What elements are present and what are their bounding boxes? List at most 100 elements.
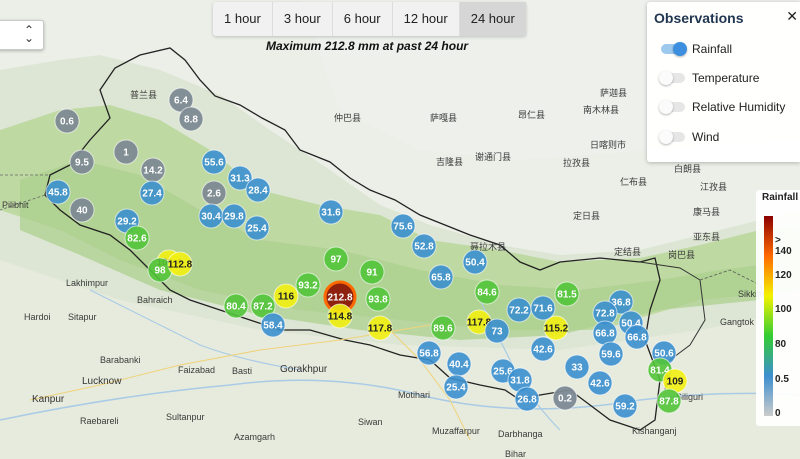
rain-station-marker[interactable]: 31.6 — [318, 199, 344, 225]
rain-station-marker[interactable]: 8.8 — [178, 106, 204, 132]
station-value: 56.8 — [419, 349, 439, 360]
station-value: 89.6 — [433, 324, 453, 335]
rain-station-marker[interactable]: 87.8 — [656, 388, 682, 414]
rain-station-marker[interactable]: 112.8 — [167, 251, 193, 277]
place-label: Hardoi — [24, 312, 51, 322]
rain-station-marker[interactable]: 40 — [69, 197, 95, 223]
tab-24-hour[interactable]: 24 hour — [459, 2, 526, 36]
rain-station-marker[interactable]: 82.6 — [124, 225, 150, 251]
rain-station-marker[interactable]: 0.6 — [54, 108, 80, 134]
rain-station-marker[interactable]: 27.4 — [139, 180, 165, 206]
toggle-label: Temperature — [692, 71, 760, 85]
rain-station-marker[interactable]: 59.6 — [598, 341, 624, 367]
close-icon[interactable]: ✕ — [786, 8, 798, 25]
rain-station-marker[interactable]: 33 — [564, 354, 590, 380]
station-value: 84.6 — [477, 288, 497, 299]
toggle-rainfall[interactable]: Rainfall — [661, 39, 732, 59]
rain-station-marker[interactable]: 42.6 — [530, 336, 556, 362]
rain-station-marker[interactable]: 26.8 — [514, 386, 540, 412]
rain-station-marker[interactable]: 114.8 — [327, 303, 353, 329]
station-value: 115.2 — [544, 324, 569, 335]
rain-station-marker[interactable]: 73 — [484, 318, 510, 344]
rain-station-marker[interactable]: 93.8 — [365, 286, 391, 312]
rain-station-marker[interactable]: 93.2 — [295, 272, 321, 298]
rain-station-marker[interactable]: 2.6 — [201, 180, 227, 206]
rain-station-marker[interactable]: 28.4 — [245, 177, 271, 203]
region-select[interactable]: ⌃ ⌄ — [0, 20, 44, 50]
tab-1-hour[interactable]: 1 hour — [213, 2, 273, 36]
rain-station-marker[interactable]: 0.2 — [552, 385, 578, 411]
rain-station-marker[interactable]: 75.6 — [390, 213, 416, 239]
place-label: Darbhanga — [498, 429, 543, 439]
rain-station-marker[interactable]: 42.6 — [587, 370, 613, 396]
legend-tick: 0 — [775, 408, 781, 419]
rain-station-marker[interactable]: 117.8 — [367, 315, 393, 341]
tab-3-hour[interactable]: 3 hour — [273, 2, 333, 36]
place-label: Pilibhit — [2, 200, 29, 210]
tab-12-hour[interactable]: 12 hour — [393, 2, 460, 36]
place-label: Raebareli — [80, 416, 119, 426]
rain-station-marker[interactable]: 45.8 — [45, 179, 71, 205]
station-value: 25.4 — [247, 224, 267, 235]
rain-station-marker[interactable]: 30.4 — [198, 203, 224, 229]
station-value: 72.2 — [509, 306, 529, 317]
place-label: 江孜县 — [700, 181, 727, 192]
station-value: 117.8 — [368, 324, 393, 335]
rain-station-marker[interactable]: 71.6 — [530, 295, 556, 321]
station-value: 25.4 — [446, 383, 466, 394]
place-label: Lakhimpur — [66, 278, 108, 288]
station-value: 59.6 — [601, 350, 621, 361]
place-label: 仲巴县 — [334, 112, 361, 123]
rain-station-marker[interactable]: 55.6 — [201, 149, 227, 175]
legend-tick: > 140 — [775, 235, 792, 257]
place-label: 萨嘎县 — [430, 113, 457, 123]
rain-station-marker[interactable]: 66.8 — [624, 324, 650, 350]
rain-station-marker[interactable]: 25.4 — [244, 215, 270, 241]
rain-station-marker[interactable]: 65.8 — [428, 264, 454, 290]
place-label: Bihar — [505, 449, 526, 459]
tab-6-hour[interactable]: 6 hour — [333, 2, 393, 36]
station-value: 59.2 — [615, 402, 635, 413]
place-label: 定日县 — [573, 210, 600, 221]
rain-station-marker[interactable]: 80.4 — [223, 293, 249, 319]
station-value: 97 — [330, 255, 342, 266]
station-value: 27.4 — [142, 189, 162, 200]
rain-station-marker[interactable]: 9.5 — [69, 149, 95, 175]
toggle-label: Wind — [692, 130, 720, 144]
chevron-updown-icon: ⌃ ⌄ — [23, 23, 34, 45]
rain-station-marker[interactable]: 84.6 — [474, 279, 500, 305]
station-value: 66.8 — [627, 333, 647, 344]
rain-station-marker[interactable]: 25.4 — [443, 374, 469, 400]
rain-station-marker[interactable]: 1 — [113, 139, 139, 165]
rain-station-marker[interactable]: 81.5 — [554, 281, 580, 307]
rain-station-marker[interactable]: 56.8 — [416, 340, 442, 366]
station-value: 9.5 — [75, 158, 89, 169]
place-label: 康马县 — [693, 206, 720, 217]
observations-panel: Observations ✕ Rainfall Temperature Rela… — [647, 2, 800, 162]
station-value: 40 — [76, 206, 88, 217]
rain-station-marker[interactable]: 29.8 — [221, 203, 247, 229]
station-value: 93.2 — [298, 281, 318, 292]
rain-station-marker[interactable]: 97 — [323, 246, 349, 272]
rain-station-marker[interactable]: 59.2 — [612, 393, 638, 419]
rain-station-marker[interactable]: 58.4 — [260, 312, 286, 338]
station-value: 65.8 — [431, 273, 451, 284]
rain-station-marker[interactable]: 116 — [273, 283, 299, 309]
rain-station-marker[interactable]: 91 — [359, 259, 385, 285]
toggle-wind[interactable]: Wind — [659, 127, 720, 147]
rain-station-marker[interactable]: 72.2 — [506, 297, 532, 323]
rain-station-marker[interactable]: 66.8 — [592, 320, 618, 346]
rain-station-marker[interactable]: 89.6 — [430, 315, 456, 341]
rain-station-marker[interactable]: 50.4 — [462, 249, 488, 275]
rain-station-marker[interactable]: 14.2 — [140, 157, 166, 183]
rain-station-marker[interactable]: 40.4 — [446, 351, 472, 377]
toggle-relative-humidity[interactable]: Relative Humidity — [659, 97, 785, 117]
rain-station-marker[interactable]: 52.8 — [411, 233, 437, 259]
station-value: 31.6 — [321, 208, 341, 219]
place-label: 昂仁县 — [518, 109, 545, 120]
station-value: 75.6 — [393, 222, 413, 233]
place-label: 拉孜县 — [563, 157, 590, 168]
station-value: 14.2 — [143, 166, 163, 177]
toggle-temperature[interactable]: Temperature — [659, 68, 760, 88]
station-value: 42.6 — [533, 345, 553, 356]
